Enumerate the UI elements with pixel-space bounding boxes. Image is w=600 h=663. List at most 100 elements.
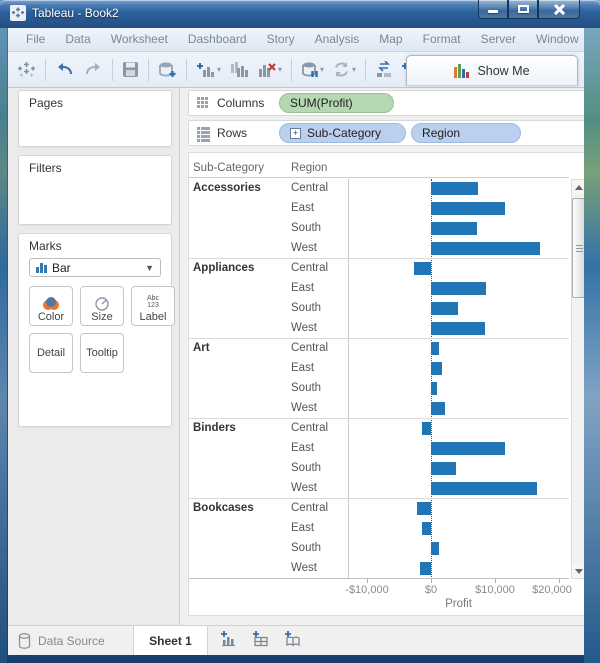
- profit-bar[interactable]: [431, 462, 456, 475]
- tableau-logo-icon[interactable]: [14, 58, 39, 81]
- region-label[interactable]: South: [291, 222, 321, 234]
- redo-button[interactable]: [80, 60, 106, 80]
- menu-item-file[interactable]: File: [16, 28, 55, 51]
- region-label[interactable]: West: [291, 482, 317, 494]
- clear-sheet-button[interactable]: ▾: [254, 59, 285, 81]
- filters-shelf[interactable]: Filters: [18, 155, 172, 225]
- profit-bar[interactable]: [417, 502, 431, 515]
- profit-bar[interactable]: [431, 242, 540, 255]
- label-button[interactable]: Abc123 Label: [131, 286, 175, 326]
- subcategory-column-header[interactable]: Sub-Category: [193, 162, 264, 174]
- show-me-button[interactable]: Show Me: [406, 55, 578, 86]
- new-dashboard-button[interactable]: [252, 630, 270, 652]
- arrow-up-icon: [575, 185, 583, 190]
- region-label[interactable]: Central: [291, 262, 328, 274]
- menu-item-dashboard[interactable]: Dashboard: [178, 28, 257, 51]
- subcategory-group-art: Art Central East South West: [189, 339, 569, 419]
- subcategory-label[interactable]: Binders: [193, 422, 236, 434]
- region-label[interactable]: East: [291, 522, 314, 534]
- region-label[interactable]: South: [291, 302, 321, 314]
- region-label[interactable]: West: [291, 562, 317, 574]
- menu-item-story[interactable]: Story: [257, 28, 305, 51]
- maximize-button[interactable]: [508, 0, 538, 19]
- region-label[interactable]: South: [291, 462, 321, 474]
- swap-rows-columns-button[interactable]: [372, 59, 396, 81]
- profit-bar[interactable]: [431, 342, 439, 355]
- profit-bar[interactable]: [420, 562, 431, 575]
- profit-bar[interactable]: [431, 542, 439, 555]
- pill-region[interactable]: Region: [411, 123, 521, 143]
- region-label[interactable]: Central: [291, 182, 328, 194]
- region-label[interactable]: Central: [291, 342, 328, 354]
- region-label[interactable]: East: [291, 442, 314, 454]
- menu-item-data[interactable]: Data: [55, 28, 100, 51]
- menu-item-server[interactable]: Server: [471, 28, 526, 51]
- region-label[interactable]: South: [291, 382, 321, 394]
- add-data-source-button[interactable]: [155, 59, 180, 81]
- new-worksheet-button[interactable]: ▾: [193, 59, 224, 81]
- title-bar[interactable]: Tableau - Book2: [0, 0, 600, 28]
- region-label[interactable]: South: [291, 542, 321, 554]
- profit-bar[interactable]: [431, 402, 445, 415]
- mark-type-dropdown[interactable]: Bar ▼: [29, 258, 161, 277]
- x-axis[interactable]: Profit -$10,000$0$10,000$20,000: [189, 579, 569, 617]
- region-label[interactable]: East: [291, 202, 314, 214]
- region-label[interactable]: West: [291, 242, 317, 254]
- new-story-button[interactable]: [284, 630, 302, 652]
- profit-bar[interactable]: [431, 362, 442, 375]
- columns-shelf[interactable]: Columns SUM(Profit): [188, 90, 584, 116]
- profit-bar[interactable]: [431, 202, 505, 215]
- profit-bar[interactable]: [431, 482, 537, 495]
- subcategory-label[interactable]: Accessories: [193, 182, 261, 194]
- profit-bar[interactable]: [431, 442, 505, 455]
- scroll-up-button[interactable]: [572, 180, 584, 194]
- subcategory-label[interactable]: Art: [193, 342, 210, 354]
- data-source-tab[interactable]: Data Source: [8, 626, 134, 655]
- pause-auto-updates-button[interactable]: ▾: [298, 59, 327, 81]
- subcategory-label[interactable]: Bookcases: [193, 502, 254, 514]
- menu-item-map[interactable]: Map: [369, 28, 412, 51]
- sheet1-tab[interactable]: Sheet 1: [134, 626, 208, 655]
- undo-button[interactable]: [52, 60, 78, 80]
- region-label[interactable]: East: [291, 282, 314, 294]
- pill-sum-profit-[interactable]: SUM(Profit): [279, 93, 394, 113]
- save-button[interactable]: [119, 59, 142, 80]
- profit-bar[interactable]: [431, 322, 485, 335]
- menu-item-window[interactable]: Window: [526, 28, 584, 51]
- tooltip-button[interactable]: Tooltip: [80, 333, 124, 373]
- profit-bar[interactable]: [431, 302, 458, 315]
- scroll-down-button[interactable]: [572, 564, 584, 578]
- vertical-scrollbar[interactable]: [571, 179, 584, 579]
- menu-item-worksheet[interactable]: Worksheet: [101, 28, 178, 51]
- minimize-button[interactable]: [478, 0, 508, 19]
- region-label[interactable]: West: [291, 402, 317, 414]
- color-button[interactable]: Color: [29, 286, 73, 326]
- subcategory-label[interactable]: Appliances: [193, 262, 254, 274]
- close-button[interactable]: [538, 0, 580, 19]
- profit-bar[interactable]: [431, 382, 437, 395]
- menu-item-format[interactable]: Format: [413, 28, 471, 51]
- expand-hierarchy-icon[interactable]: +: [290, 128, 301, 139]
- duplicate-sheet-button[interactable]: [226, 59, 252, 81]
- run-auto-updates-button[interactable]: ▾: [329, 59, 359, 80]
- profit-bar[interactable]: [431, 222, 477, 235]
- region-label[interactable]: East: [291, 362, 314, 374]
- profit-bar[interactable]: [431, 182, 478, 195]
- region-label[interactable]: Central: [291, 502, 328, 514]
- profit-bar[interactable]: [422, 422, 431, 435]
- region-label[interactable]: West: [291, 322, 317, 334]
- size-button[interactable]: Size: [80, 286, 124, 326]
- rows-shelf[interactable]: Rows +Sub-CategoryRegion: [188, 120, 584, 146]
- pages-shelf[interactable]: Pages: [18, 90, 172, 147]
- scrollbar-thumb[interactable]: [572, 198, 584, 298]
- detail-button[interactable]: Detail: [29, 333, 73, 373]
- menu-item-analysis[interactable]: Analysis: [305, 28, 370, 51]
- left-panel: Pages Filters Marks Bar ▼ Color: [8, 88, 180, 625]
- profit-bar[interactable]: [431, 282, 486, 295]
- region-column-header[interactable]: Region: [291, 162, 327, 174]
- new-worksheet-button[interactable]: [220, 630, 238, 652]
- region-label[interactable]: Central: [291, 422, 328, 434]
- profit-bar[interactable]: [414, 262, 431, 275]
- profit-bar[interactable]: [422, 522, 431, 535]
- pill-sub-category[interactable]: +Sub-Category: [279, 123, 406, 143]
